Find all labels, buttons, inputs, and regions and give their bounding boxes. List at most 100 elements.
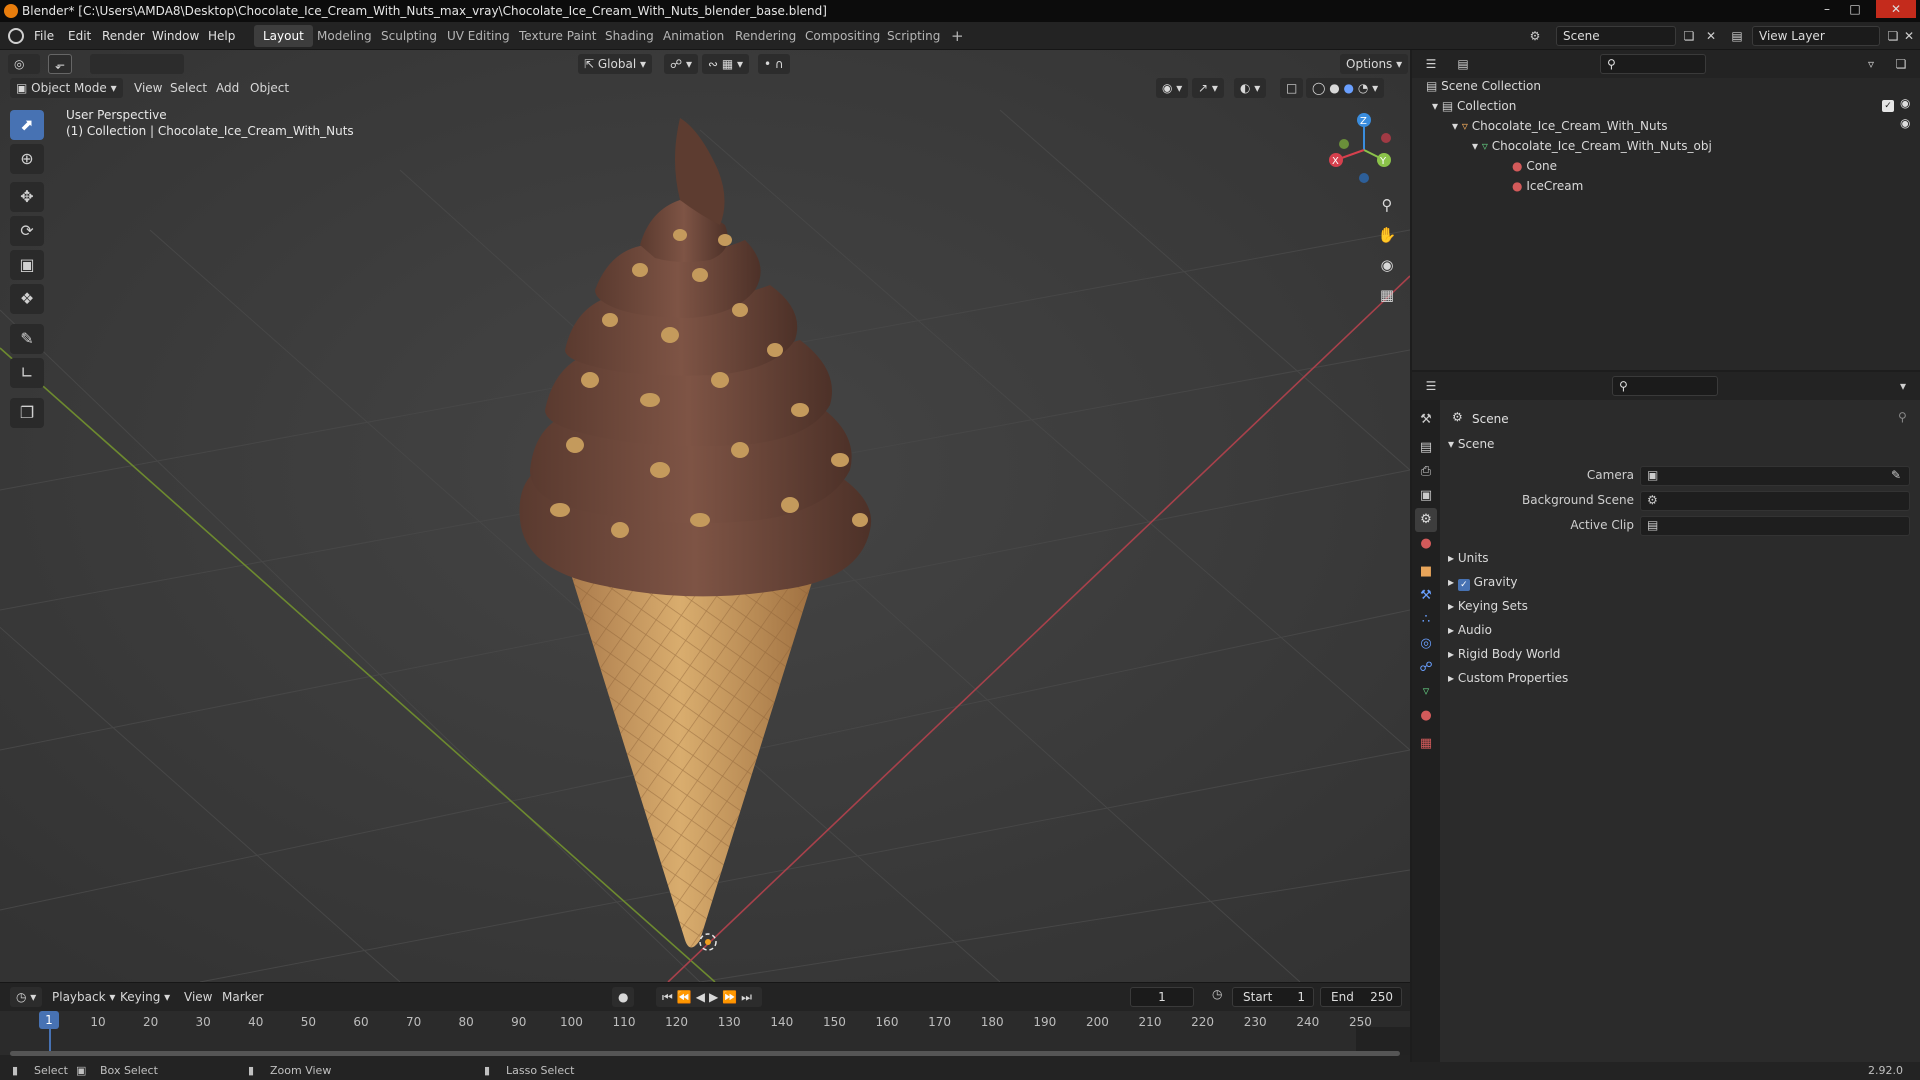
blender-menu-icon[interactable] — [8, 28, 24, 44]
visibility-eye-icon[interactable]: ◉ — [1900, 96, 1910, 110]
background-scene-field[interactable]: ⚙ — [1640, 491, 1910, 511]
tab-scripting[interactable]: Scripting — [878, 25, 949, 47]
transform-tool-icon[interactable]: ❖ — [10, 284, 44, 314]
stopwatch-icon[interactable]: ◷ — [1212, 987, 1222, 1001]
select-tool-icon[interactable]: ⬐ — [48, 54, 72, 74]
tweak-tool-icon[interactable]: ⬈ — [10, 110, 44, 140]
navigation-gizmo[interactable]: Z Y X — [1324, 110, 1404, 190]
outliner-row-mesh-object[interactable]: ▾ ▿ Chocolate_Ice_Cream_With_Nuts_obj — [1412, 136, 1920, 156]
data-tab-icon[interactable]: ▿ — [1415, 680, 1437, 704]
viewport-menu-add[interactable]: Add — [210, 78, 245, 98]
start-frame-field[interactable]: Start 1 — [1232, 987, 1314, 1007]
viewport-menu-object[interactable]: Object — [244, 78, 295, 98]
playback-controls[interactable]: ⏮⏪◀▶⏩⏭ — [656, 987, 762, 1007]
zoom-icon[interactable]: ⚲ — [1373, 192, 1401, 218]
3d-viewport[interactable]: ◎ ⬐ ⇱ Global ▾ ☍ ▾ ∾ ▦ ▾ • ∩ Options ▾ ▣… — [0, 50, 1410, 982]
viewport-menu-view[interactable]: View — [128, 78, 168, 98]
menu-window[interactable]: Window — [152, 22, 199, 50]
tab-rendering[interactable]: Rendering — [726, 25, 805, 47]
material-tab-icon[interactable]: ● — [1415, 704, 1437, 728]
outliner-search-input[interactable]: ⚲ — [1600, 54, 1706, 74]
visibility-eye-icon[interactable]: ◉ — [1900, 116, 1910, 130]
scene-tab-icon[interactable]: ⚙ — [1415, 508, 1437, 532]
panel-gravity[interactable]: ▸ ✓ Gravity — [1448, 572, 1912, 592]
outliner-row-empty-object[interactable]: ▾ ▿ Chocolate_Ice_Cream_With_Nuts — [1412, 116, 1920, 136]
cursor-tool-icon[interactable]: ⊕ — [10, 144, 44, 174]
output-tab-icon[interactable]: ⎙ — [1415, 460, 1437, 484]
tab-sculpting[interactable]: Sculpting — [372, 25, 446, 47]
current-frame-field[interactable]: 1 — [1130, 987, 1194, 1007]
tab-layout[interactable]: Layout — [254, 25, 313, 47]
timeline-editor-type-icon[interactable]: ◷ ▾ — [10, 987, 43, 1007]
outliner-row-cone-material[interactable]: ● Cone — [1412, 156, 1920, 176]
viewport-menu-select[interactable]: Select — [164, 78, 213, 98]
pin-icon[interactable]: ⚲ — [1898, 410, 1907, 424]
outliner-row-collection[interactable]: ▾ ▤ Collection — [1412, 96, 1920, 116]
move-tool-icon[interactable]: ✥ — [10, 182, 44, 212]
view-layer-field[interactable]: View Layer — [1752, 26, 1880, 46]
menu-edit[interactable]: Edit — [68, 22, 91, 50]
outliner-editor-type-icon[interactable]: ☰ — [1420, 54, 1442, 74]
new-scene-icon[interactable]: ❏ — [1678, 26, 1700, 46]
texture-tab-icon[interactable]: ▦ — [1415, 732, 1437, 756]
collection-include-checkbox[interactable]: ✓ — [1882, 100, 1894, 112]
maximize-icon[interactable]: □ — [1842, 0, 1868, 18]
tab-modeling[interactable]: Modeling — [308, 25, 381, 47]
shading-modes[interactable]: ◯ ● ● ◔ ▾ — [1306, 78, 1385, 98]
snap-icon[interactable]: ∾ ▦ ▾ — [702, 54, 750, 74]
chevron-down-icon[interactable]: ▾ — [1892, 376, 1914, 396]
eyedropper-icon[interactable]: ✎ — [1891, 468, 1901, 482]
select-mode-buttons[interactable] — [90, 54, 184, 74]
scene-field[interactable]: Scene — [1556, 26, 1676, 46]
overlay-toggle-icon[interactable]: ◐ ▾ — [1234, 78, 1267, 98]
modifier-tab-icon[interactable]: ⚒ — [1415, 584, 1437, 608]
render-tab-icon[interactable]: ▤ — [1415, 436, 1437, 460]
panel-rigid-body-world[interactable]: ▸ Rigid Body World — [1448, 644, 1912, 664]
options-dropdown[interactable]: Options ▾ — [1340, 54, 1409, 74]
scene-icon[interactable]: ⚙ — [1524, 26, 1546, 46]
timeline-menu-view[interactable]: View — [178, 987, 218, 1007]
perspective-grid-icon[interactable]: ▦ — [1373, 282, 1401, 308]
tool-tab-icon[interactable]: ⚒ — [1415, 408, 1437, 432]
new-collection-icon[interactable]: ❏ — [1890, 54, 1912, 74]
timeline-menu-keying[interactable]: Keying ▾ — [114, 987, 176, 1007]
rotate-tool-icon[interactable]: ⟳ — [10, 216, 44, 246]
gravity-checkbox[interactable]: ✓ — [1457, 579, 1470, 591]
menu-help[interactable]: Help — [208, 22, 235, 50]
properties-editor-type-icon[interactable]: ☰ — [1420, 376, 1442, 396]
camera-field[interactable]: ▣ ✎ — [1640, 466, 1910, 486]
view-layer-icon[interactable]: ▤ — [1726, 26, 1748, 46]
minimize-icon[interactable]: – — [1814, 0, 1840, 18]
physics-tab-icon[interactable]: ◎ — [1415, 632, 1437, 656]
proportional-edit-icon[interactable]: • ∩ — [758, 54, 790, 74]
annotate-tool-icon[interactable]: ✎ — [10, 324, 44, 354]
object-tab-icon[interactable]: ■ — [1415, 560, 1437, 584]
filter-icon[interactable]: ▿ — [1860, 54, 1882, 74]
tab-shading[interactable]: Shading — [596, 25, 663, 47]
tab-compositing[interactable]: Compositing — [796, 25, 889, 47]
particles-tab-icon[interactable]: ∴ — [1415, 608, 1437, 632]
playhead[interactable]: 1 — [39, 1011, 59, 1029]
pivot-icon[interactable]: ☍ ▾ — [664, 54, 698, 74]
visibility-icon[interactable]: ◉ ▾ — [1156, 78, 1189, 98]
pan-hand-icon[interactable]: ✋ — [1373, 222, 1401, 248]
world-tab-icon[interactable]: ● — [1415, 532, 1437, 556]
tab-uv-editing[interactable]: UV Editing — [438, 25, 519, 47]
outliner-row-scene-collection[interactable]: ▤ Scene Collection — [1412, 76, 1920, 96]
menu-file[interactable]: File — [34, 22, 54, 50]
panel-keying-sets[interactable]: ▸ Keying Sets — [1448, 596, 1912, 616]
camera-view-icon[interactable]: ◉ — [1373, 252, 1401, 278]
editor-type-icon[interactable]: ◎ — [8, 54, 40, 74]
add-cube-tool-icon[interactable]: ❐ — [10, 398, 44, 428]
mode-dropdown[interactable]: ▣ Object Mode ▾ — [10, 78, 123, 98]
timeline-menu-marker[interactable]: Marker — [216, 987, 269, 1007]
xray-toggle-icon[interactable]: □ — [1280, 78, 1304, 98]
panel-custom-properties[interactable]: ▸ Custom Properties — [1448, 668, 1912, 688]
outliner-row-icecream-material[interactable]: ● IceCream — [1412, 176, 1920, 196]
panel-units[interactable]: ▸ Units — [1448, 548, 1912, 568]
add-workspace-button[interactable]: + — [942, 25, 973, 47]
gizmo-toggle-icon[interactable]: ↗ ▾ — [1192, 78, 1224, 98]
menu-render[interactable]: Render — [102, 22, 145, 50]
panel-audio[interactable]: ▸ Audio — [1448, 620, 1912, 640]
timeline-scrollbar[interactable] — [10, 1051, 1400, 1056]
